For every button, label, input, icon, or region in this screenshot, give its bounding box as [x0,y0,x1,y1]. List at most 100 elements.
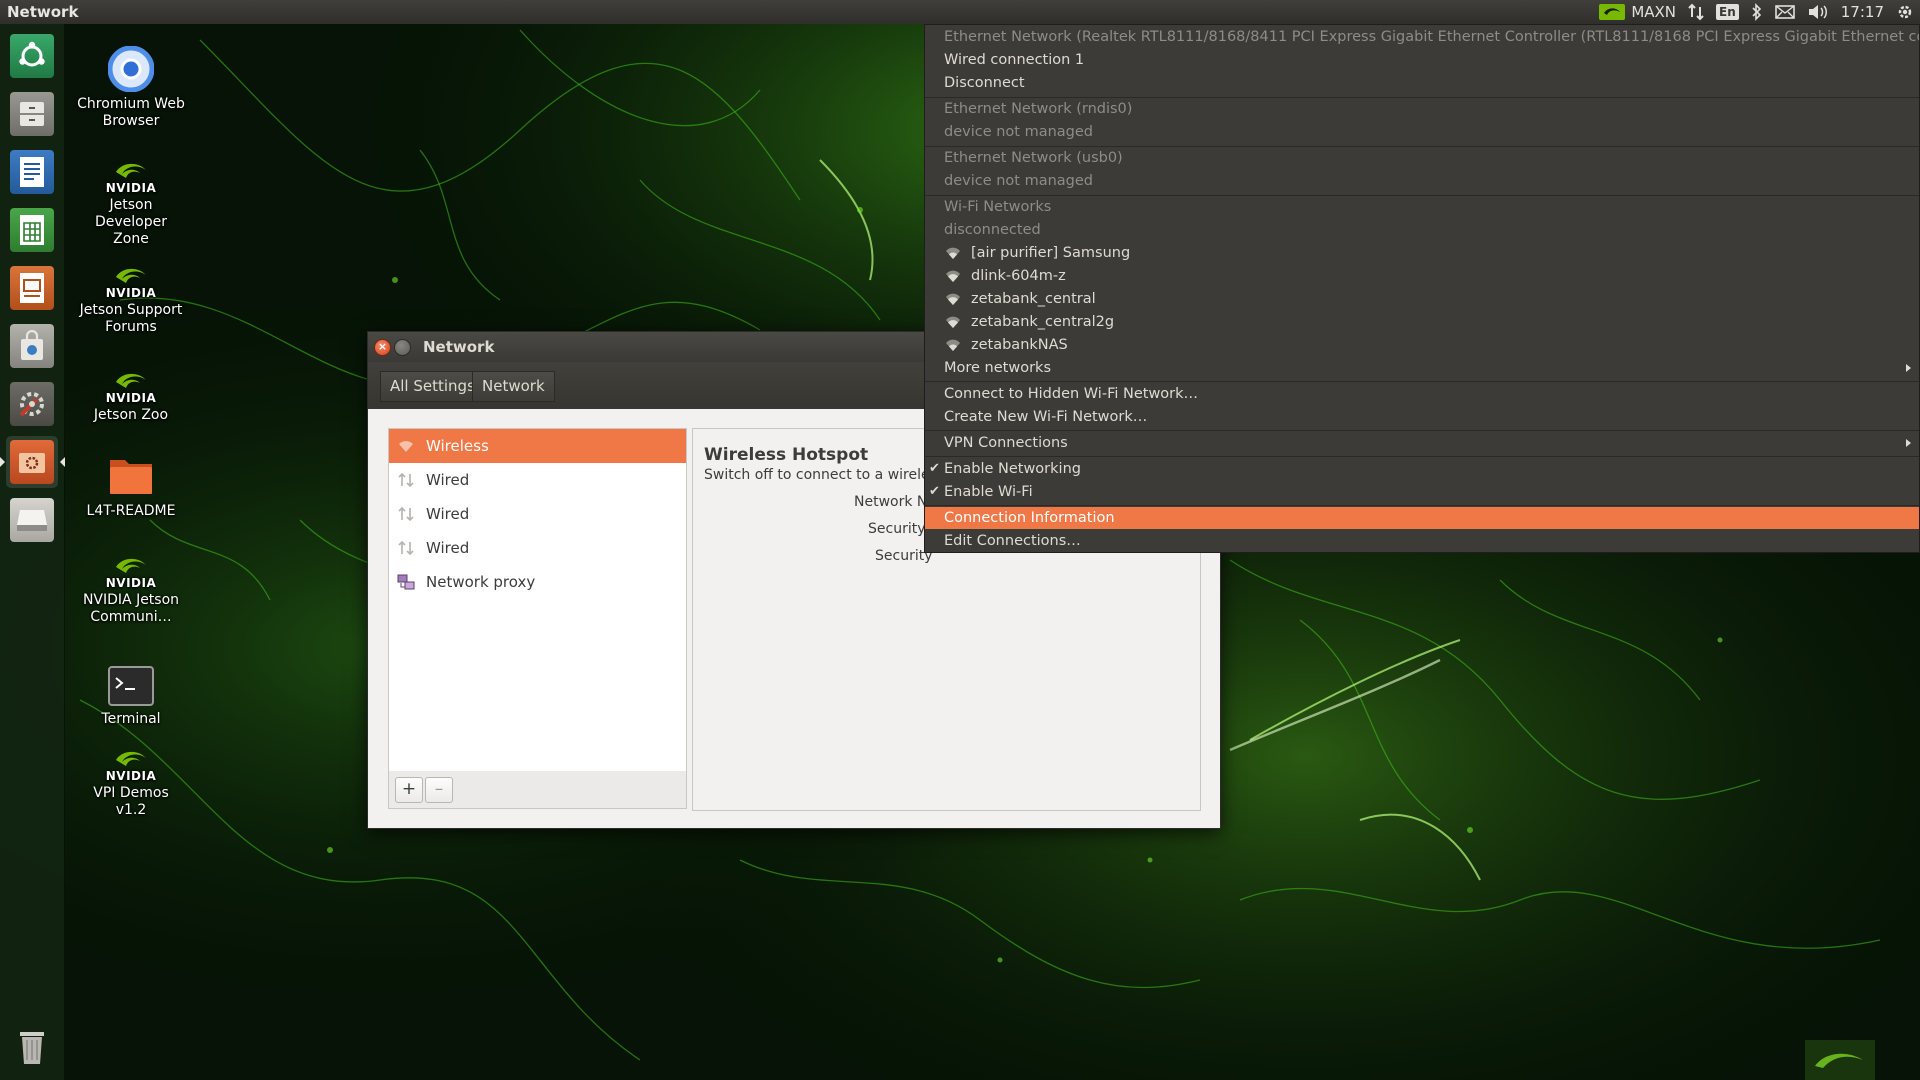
desktop-icon-chromium[interactable]: Chromium Web Browser [76,45,186,130]
proxy-icon [397,574,415,590]
launcher-drive[interactable] [6,494,58,546]
desktop-icon-label: Jetson Developer Zone [94,197,167,247]
add-connection-button[interactable]: + [395,777,423,803]
security-label: Security [868,521,926,537]
menu-item-vpn-connections[interactable]: VPN Connections [925,432,1919,454]
menu-item-wired-connection-1[interactable]: Wired connection 1 [925,49,1919,71]
menu-item-ethernet-usb0: Ethernet Network (usb0) [944,150,1123,166]
menu-item-wifi-networks: Wi-Fi Networks [944,199,1052,215]
launcher-impress[interactable] [6,262,58,314]
chromium-icon [108,46,154,92]
top-panel: Network MAXN En 17:17 [0,0,1920,24]
menu-item-wifi-zetabank-central2g[interactable]: zetabank_central2g [925,311,1919,333]
connection-list-toolbar: + – [388,771,687,809]
network-name-label: Network N [854,494,928,510]
presentation-icon [20,273,44,303]
menu-item-ethernet-realtek: Ethernet Network (Realtek RTL8111/8168/8… [944,29,1920,45]
details-heading: Wireless Hotspot [704,445,869,465]
network-indicator[interactable] [1682,0,1710,24]
launcher-calc[interactable] [6,204,58,256]
menu-item-enable-networking[interactable]: ✔ Enable Networking [925,458,1919,480]
desktop-icon-jetson-support-forums[interactable]: NVIDIA Jetson Support Forums [76,265,186,336]
folder-icon [110,460,152,494]
menu-item-wifi-air-purifier[interactable]: [air purifier] Samsung [925,242,1919,264]
launcher-system-settings[interactable] [6,378,58,430]
nvidia-icon: NVIDIA [106,555,156,589]
connection-item-wired[interactable]: Wired [389,497,686,531]
sound-indicator[interactable] [1801,0,1835,24]
menu-item-wifi-dlink[interactable]: dlink-604m-z [925,265,1919,287]
menu-item-connection-information[interactable]: Connection Information [925,507,1919,529]
desktop-icon-vpi-demos[interactable]: NVIDIA VPI Demos v1.2 [76,748,186,819]
wired-icon [398,540,414,556]
launcher-files[interactable] [6,88,58,140]
spreadsheet-icon [20,215,44,245]
remove-connection-button[interactable]: – [425,777,453,803]
desktop-icon-terminal[interactable]: Terminal [76,664,186,728]
launcher-dash-home[interactable] [6,30,58,82]
desktop-icon-nvidia-jetson-community[interactable]: NVIDIA NVIDIA Jetson Communi… [76,555,186,626]
speaker-icon [1808,5,1827,19]
shopping-bag-icon [21,330,43,360]
nvidia-icon [1599,4,1626,20]
nvidia-icon: NVIDIA [106,370,156,404]
nvidia-icon: NVIDIA [106,748,156,782]
wifi-signal-icon [946,247,960,259]
desktop-icon-label: NVIDIA Jetson Communi… [82,592,180,625]
menu-item-disconnect[interactable]: Disconnect [925,72,1919,94]
connection-item-network-proxy[interactable]: Network proxy [389,565,686,599]
envelope-icon [1774,5,1795,19]
close-button[interactable]: × [374,339,391,356]
mail-indicator[interactable] [1769,0,1801,24]
nvidia-icon: NVIDIA [106,265,156,299]
connection-item-wireless[interactable]: Wireless [389,429,686,463]
desktop-icon-jetson-zoo[interactable]: NVIDIA Jetson Zoo [76,370,186,424]
details-subtitle: Switch off to connect to a wireles [704,467,937,483]
keyboard-indicator[interactable]: En [1710,0,1745,24]
connection-item-wired[interactable]: Wired [389,463,686,497]
wired-icon [398,472,414,488]
clock[interactable]: 17:17 [1835,0,1890,24]
connection-label: Wired [426,471,470,489]
breadcrumb-network[interactable]: Network [472,371,555,402]
desktop-icon-l4t-readme[interactable]: L4T-README [76,452,186,520]
desktop-icon-label: VPI Demos v1.2 [93,785,169,818]
wifi-icon [399,441,413,452]
bluetooth-icon [1752,3,1761,21]
launcher-writer[interactable] [6,146,58,198]
menu-item-create-wifi[interactable]: Create New Wi-Fi Network… [925,406,1919,428]
launcher-network-settings[interactable] [0,436,65,488]
bluetooth-indicator[interactable] [1745,0,1769,24]
menu-item-connect-hidden-wifi[interactable]: Connect to Hidden Wi-Fi Network… [925,383,1919,405]
wired-icon [398,506,414,522]
connection-label: Wired [426,539,470,557]
wrench-icon [19,392,44,417]
power-mode-label: MAXN [1631,3,1677,21]
menu-item-wifi-zetabank-central[interactable]: zetabank_central [925,288,1919,310]
keyboard-layout-badge: En [1716,4,1739,20]
minimize-button[interactable] [394,339,411,356]
terminal-icon [108,666,154,706]
document-icon [20,157,44,187]
launcher [0,24,65,1080]
menu-item-wifi-zetabanknas[interactable]: zetabankNAS [925,334,1919,356]
nvidia-icon: NVIDIA [106,160,156,194]
indicator-area: MAXN En 17:17 [1593,0,1920,24]
menu-item-edit-connections[interactable]: Edit Connections… [925,530,1919,552]
desktop-icon-label: Jetson Support Forums [79,302,183,335]
desktop-icon-label: Terminal [101,711,161,727]
launcher-trash[interactable] [6,1020,58,1072]
launcher-software-center[interactable] [6,320,58,372]
menu-item-more-networks[interactable]: More networks [925,357,1919,379]
nvidia-power-indicator[interactable]: MAXN [1593,0,1682,24]
menu-item-enable-wifi[interactable]: ✔ Enable Wi-Fi [925,481,1919,503]
connection-label: Network proxy [426,573,536,591]
settings-folder-icon [19,453,45,473]
connection-list: Wireless Wired Wired Wired Network proxy [388,428,687,773]
breadcrumb-all-settings[interactable]: All Settings [380,371,485,402]
session-indicator[interactable] [1890,0,1920,24]
menu-separator [925,381,1919,382]
connection-item-wired[interactable]: Wired [389,531,686,565]
window-title: Network [423,338,495,356]
desktop-icon-jetson-developer-zone[interactable]: NVIDIA Jetson Developer Zone [76,160,186,248]
